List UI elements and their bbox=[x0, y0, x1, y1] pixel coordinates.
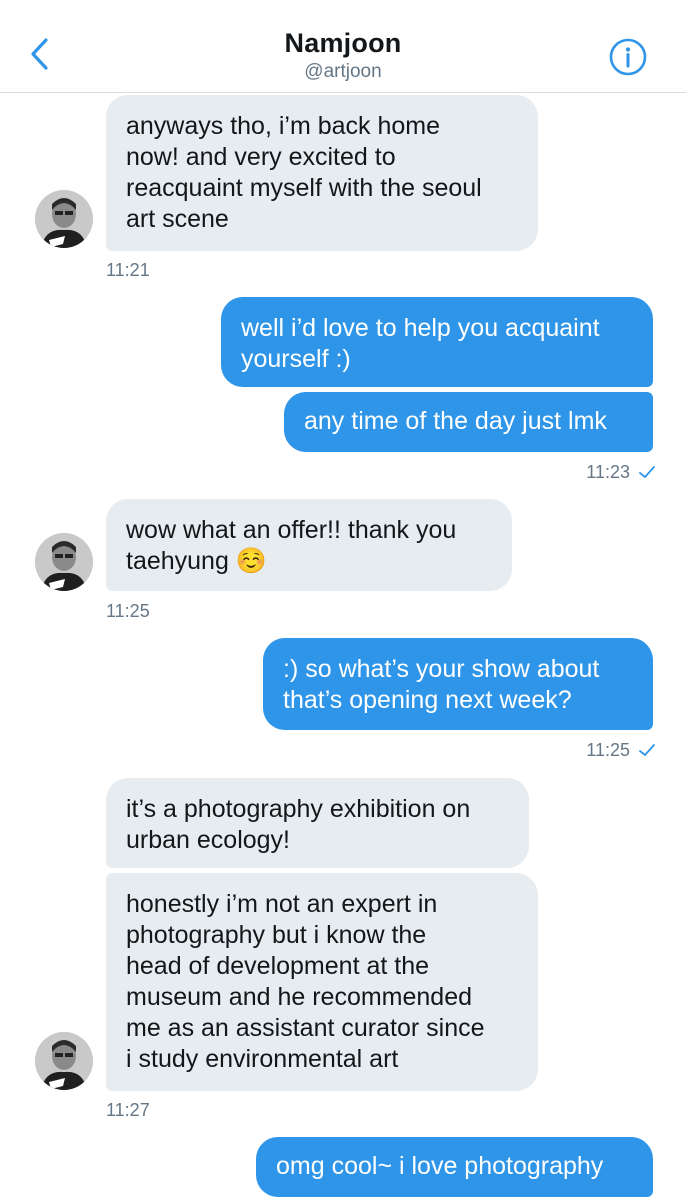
conversation-info-button[interactable] bbox=[608, 37, 648, 77]
profile-photo bbox=[35, 190, 93, 248]
avatar[interactable] bbox=[35, 1032, 93, 1090]
outgoing-message[interactable]: any time of the day just lmk bbox=[284, 392, 653, 452]
incoming-message[interactable]: anyways tho, i’m back home now! and very… bbox=[106, 95, 538, 251]
outgoing-message[interactable]: omg cool~ i love photography bbox=[256, 1137, 653, 1197]
checkmark-icon bbox=[639, 466, 655, 478]
profile-photo bbox=[35, 533, 93, 591]
conversation-header: Namjoon @artjoon bbox=[0, 0, 686, 93]
incoming-message[interactable]: wow what an offer!! thank you taehyung ☺… bbox=[106, 499, 512, 591]
avatar[interactable] bbox=[35, 190, 93, 248]
contact-handle: @artjoon bbox=[304, 61, 382, 82]
message-timestamp: 11:23 bbox=[586, 462, 656, 483]
profile-photo bbox=[35, 1032, 93, 1090]
incoming-message[interactable]: it’s a photography exhibition on urban e… bbox=[106, 778, 529, 868]
incoming-message[interactable]: honestly i’m not an expert in photograph… bbox=[106, 873, 538, 1091]
message-timestamp: 11:25 bbox=[586, 740, 656, 761]
message-timestamp: 11:25 bbox=[106, 601, 150, 621]
checkmark-icon bbox=[639, 744, 655, 756]
message-timestamp: 11:21 bbox=[106, 260, 150, 280]
avatar[interactable] bbox=[35, 533, 93, 591]
timestamp-text: 11:23 bbox=[586, 462, 630, 482]
info-circle-icon bbox=[609, 38, 647, 76]
outgoing-message[interactable]: :) so what’s your show about that’s open… bbox=[263, 638, 653, 730]
outgoing-message[interactable]: well i’d love to help you acquaint yours… bbox=[221, 297, 653, 387]
message-timestamp: 11:27 bbox=[106, 1100, 150, 1120]
timestamp-text: 11:25 bbox=[586, 740, 630, 760]
contact-name[interactable]: Namjoon bbox=[0, 28, 686, 59]
